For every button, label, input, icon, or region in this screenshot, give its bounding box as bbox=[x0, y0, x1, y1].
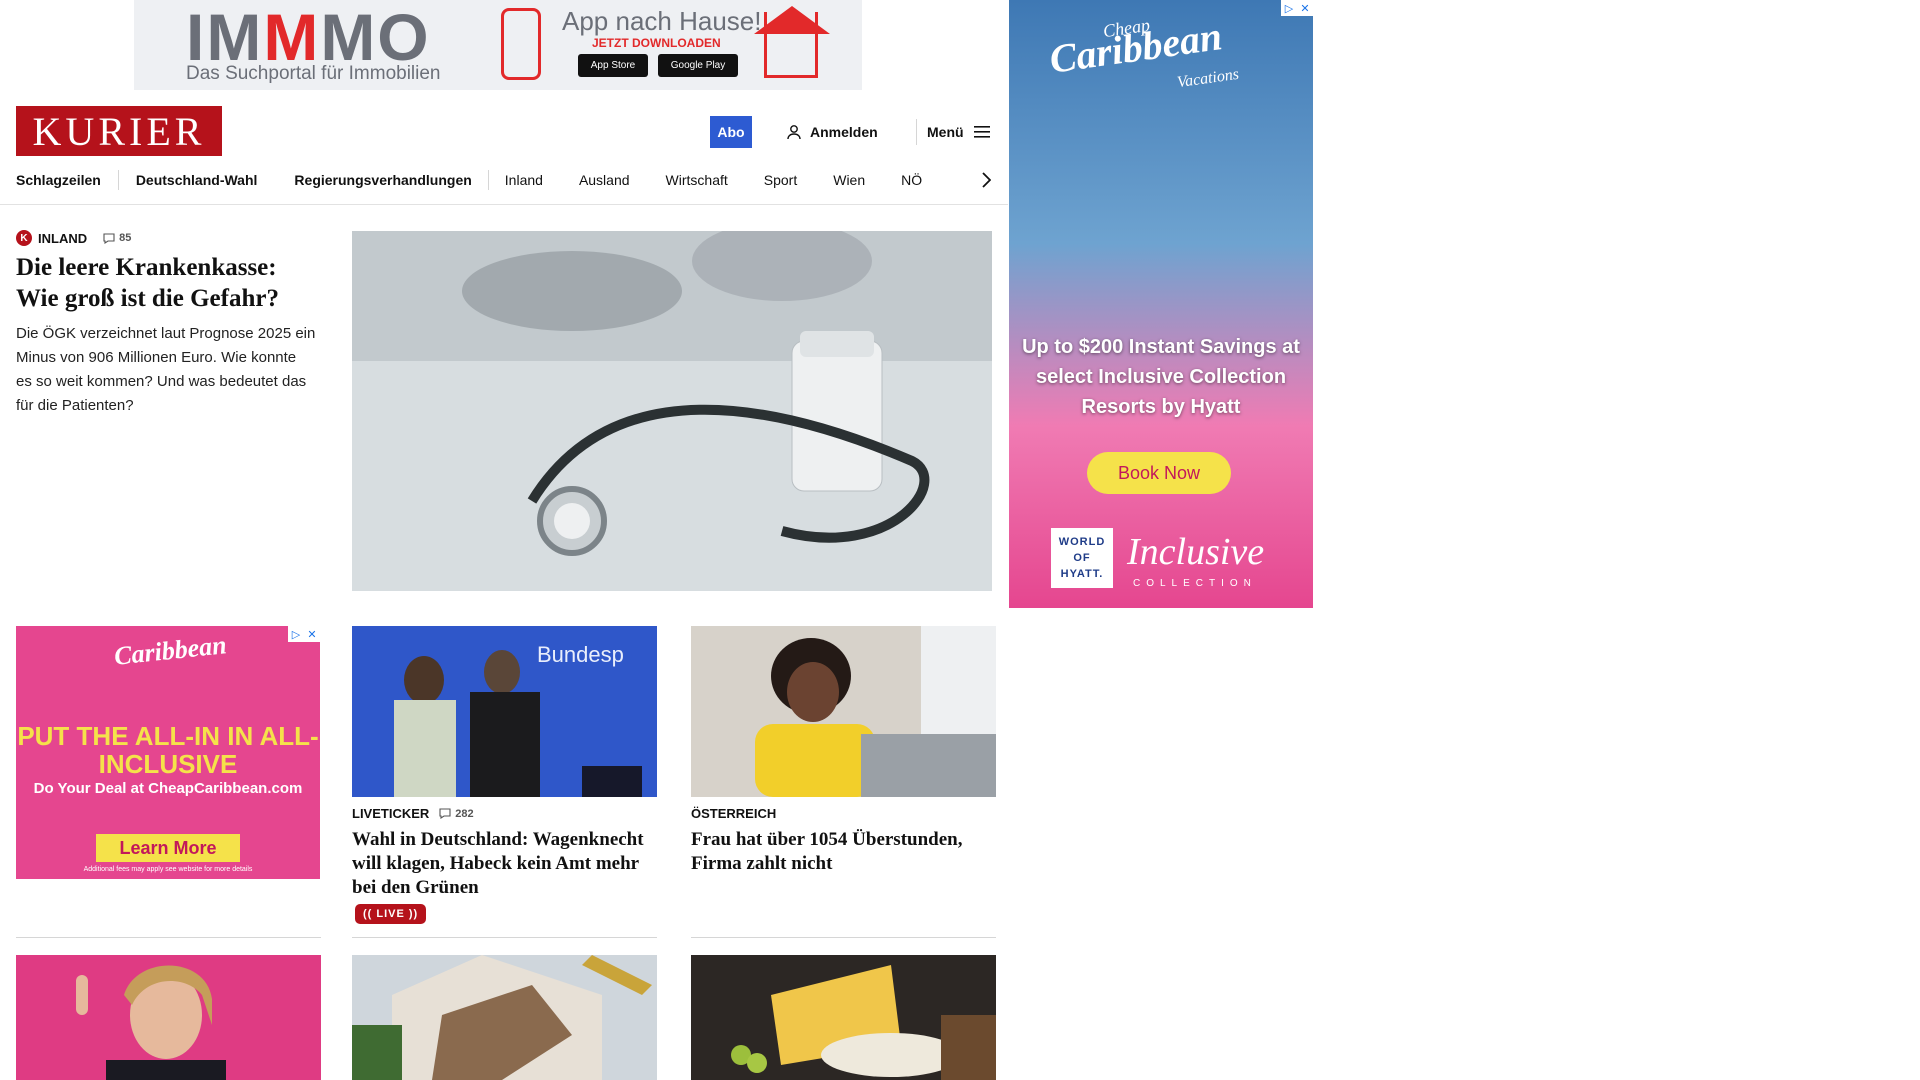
inclusive-logo: Inclusive bbox=[1127, 531, 1265, 573]
login-label: Anmelden bbox=[810, 124, 878, 140]
ad-subline: JETZT DOWNLOADEN bbox=[592, 36, 721, 50]
stressed-woman-photo bbox=[691, 626, 996, 797]
card-kicker[interactable]: LIVETICKER bbox=[352, 806, 429, 821]
world-of-hyatt-logo: WORLD OF HYATT. bbox=[1051, 528, 1113, 588]
nav-divider-line bbox=[0, 204, 1008, 205]
lead-comments[interactable]: 85 bbox=[103, 232, 131, 244]
login-button[interactable]: Anmelden bbox=[786, 120, 878, 144]
abo-button[interactable]: Abo bbox=[710, 116, 752, 148]
nav-item-regierungsverhandlungen[interactable]: Regierungsverhandlungen bbox=[294, 172, 471, 188]
lead-kicker[interactable]: INLAND bbox=[38, 231, 87, 246]
nav-divider bbox=[117, 170, 119, 190]
adchoices-icon[interactable]: ▷ bbox=[1281, 0, 1297, 16]
card-meta-wahl: LIVETICKER 282 bbox=[352, 806, 474, 821]
nav-item-wirtschaft[interactable]: Wirtschaft bbox=[666, 172, 728, 188]
comment-icon bbox=[439, 808, 451, 819]
comment-icon bbox=[103, 232, 115, 244]
ad-choices[interactable]: ▷ ✕ bbox=[1281, 0, 1313, 16]
kurier-badge-icon: K bbox=[16, 230, 32, 246]
card-image-politician[interactable] bbox=[16, 955, 321, 1080]
book-now-button[interactable]: Book Now bbox=[1087, 452, 1231, 494]
nav-item-inland[interactable]: Inland bbox=[505, 172, 543, 188]
nav-item-deutschland-wahl[interactable]: Deutschland-Wahl bbox=[136, 172, 258, 188]
card-image-ueberstunden[interactable] bbox=[691, 626, 996, 797]
lead-meta: K INLAND 85 bbox=[16, 230, 131, 246]
politicians-photo: Bundesp bbox=[352, 626, 657, 797]
lead-headline[interactable]: Die leere Krankenkasse: Wie groß ist die… bbox=[16, 252, 316, 314]
nav-scroll-right-button[interactable] bbox=[976, 168, 996, 192]
card-headline-wahl[interactable]: Wahl in Deutschland: Wagenknecht will kl… bbox=[352, 828, 657, 900]
nav-item-ausland[interactable]: Ausland bbox=[579, 172, 630, 188]
menu-button[interactable]: Menü bbox=[927, 120, 990, 144]
lead-image[interactable] bbox=[352, 231, 992, 591]
ad-brand: IMMMO bbox=[186, 0, 431, 74]
ad-subline: Do Your Deal at CheapCaribbean.com bbox=[33, 780, 303, 797]
learn-more-button[interactable]: Learn More bbox=[96, 834, 240, 862]
menu-label: Menü bbox=[927, 124, 964, 140]
row-divider bbox=[16, 937, 321, 938]
ad-offer-text: Up to $200 Instant Savings at select Inc… bbox=[1022, 336, 1300, 418]
chevron-right-icon bbox=[982, 172, 991, 188]
card-kicker[interactable]: ÖSTERREICH bbox=[691, 806, 776, 821]
nav-item-wien[interactable]: Wien bbox=[833, 172, 865, 188]
header-divider bbox=[916, 119, 917, 145]
nav-item-schlagzeilen[interactable]: Schlagzeilen bbox=[16, 172, 101, 188]
lead-comment-count: 85 bbox=[119, 232, 132, 244]
nav-item-sport[interactable]: Sport bbox=[764, 172, 797, 188]
ad-vacations-text: Vacations bbox=[1176, 65, 1241, 92]
row-divider bbox=[691, 937, 996, 938]
adchoices-icon[interactable]: ▷ bbox=[288, 626, 304, 642]
google-play-badge[interactable]: Google Play bbox=[658, 54, 738, 77]
ad-headline: App nach Hause! bbox=[562, 6, 762, 36]
section-nav: Schlagzeilen Deutschland-Wahl Regierungs… bbox=[16, 168, 996, 192]
card-image-cheese[interactable] bbox=[691, 955, 996, 1080]
app-store-badge[interactable]: App Store bbox=[578, 54, 648, 77]
card-image-demolished-house[interactable] bbox=[352, 955, 657, 1080]
nav-item-noe[interactable]: NÖ bbox=[901, 172, 922, 188]
phone-icon bbox=[501, 8, 541, 80]
close-icon[interactable]: ✕ bbox=[304, 626, 320, 642]
side-ad[interactable]: ▷ ✕ Cheap Caribbean Vacations Up to $200… bbox=[1009, 0, 1313, 608]
card-meta-ueberstunden: ÖSTERREICH bbox=[691, 806, 776, 821]
ad-brand-logo: Caribbean bbox=[112, 630, 228, 671]
stethoscope-photo bbox=[352, 231, 992, 591]
left-ad[interactable]: ▷ ✕ Caribbean PUT THE ALL-IN IN ALL-INCL… bbox=[16, 626, 320, 879]
card-headline-ueberstunden[interactable]: Frau hat über 1054 Überstunden, Firma za… bbox=[691, 828, 996, 876]
top-banner-ad[interactable]: IMMMO Das Suchportal für Immobilien App … bbox=[134, 0, 862, 90]
demolished-house-photo bbox=[352, 955, 657, 1080]
ad-choices[interactable]: ▷ ✕ bbox=[288, 626, 320, 642]
house-body-icon bbox=[764, 12, 818, 78]
card-comments[interactable]: 282 bbox=[439, 807, 474, 820]
cheese-photo bbox=[691, 955, 996, 1080]
row-divider bbox=[352, 937, 657, 938]
photo-backdrop-text: Bundesp bbox=[537, 642, 624, 667]
collection-text: COLLECTION bbox=[1133, 578, 1257, 589]
site-logo[interactable]: KURIER bbox=[16, 106, 222, 156]
card-image-wahl[interactable]: Bundesp bbox=[352, 626, 657, 797]
ad-tagline: Das Suchportal für Immobilien bbox=[186, 63, 441, 84]
lead-teaser: Die ÖGK verzeichnet laut Prognose 2025 e… bbox=[16, 325, 316, 414]
close-icon[interactable]: ✕ bbox=[1297, 0, 1313, 16]
hamburger-icon bbox=[973, 126, 990, 138]
card-comment-count: 282 bbox=[455, 807, 474, 820]
politician-photo bbox=[16, 955, 321, 1080]
ad-fine-print: Additional fees may apply see website fo… bbox=[83, 866, 253, 873]
user-icon bbox=[787, 125, 801, 140]
ad-headline: PUT THE ALL-IN IN ALL-INCLUSIVE bbox=[17, 721, 319, 779]
nav-divider bbox=[487, 170, 489, 190]
live-badge[interactable]: (( LIVE )) bbox=[355, 904, 427, 924]
